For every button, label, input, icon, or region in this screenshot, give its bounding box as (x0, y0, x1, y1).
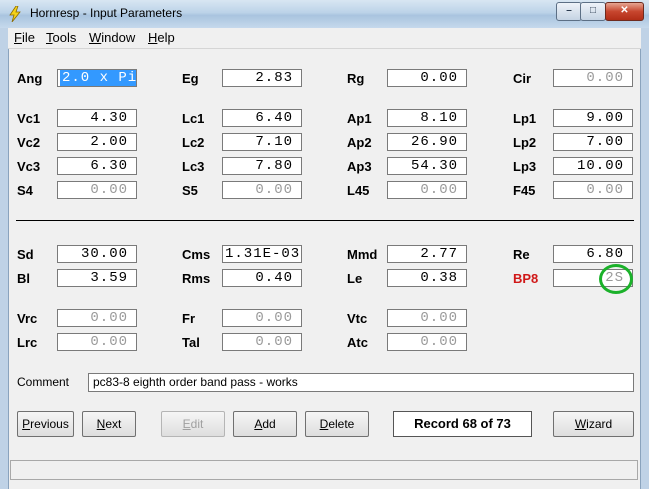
lp1-label: Lp1 (513, 111, 537, 126)
vc2-label: Vc2 (17, 135, 41, 150)
ap1-label: Ap1 (347, 111, 372, 126)
vc1-field[interactable]: 4.30 (57, 109, 137, 127)
l45-field[interactable]: 0.00 (387, 181, 467, 199)
cir-label: Cir (513, 71, 532, 86)
atc-field[interactable]: 0.00 (387, 333, 467, 351)
re-label: Re (513, 247, 530, 262)
lc2-label: Lc2 (182, 135, 205, 150)
ap2-label: Ap2 (347, 135, 372, 150)
le-field[interactable]: 0.38 (387, 269, 467, 287)
add-button[interactable]: Add (233, 411, 297, 437)
s5-label: S5 (182, 183, 198, 198)
bp8-label: BP8 (513, 271, 539, 286)
sd-field[interactable]: 30.00 (57, 245, 137, 263)
menu-tools[interactable]: Tools (46, 30, 76, 45)
cir-field[interactable]: 0.00 (553, 69, 633, 87)
lp2-field[interactable]: 7.00 (553, 133, 633, 151)
atc-label: Atc (347, 335, 368, 350)
fr-field[interactable]: 0.00 (222, 309, 302, 327)
vc1-label: Vc1 (17, 111, 41, 126)
l45-label: L45 (347, 183, 370, 198)
rms-field[interactable]: 0.40 (222, 269, 302, 287)
eg-field[interactable]: 2.83 (222, 69, 302, 87)
s4-label: S4 (17, 183, 33, 198)
cms-label: Cms (182, 247, 211, 262)
mmd-field[interactable]: 2.77 (387, 245, 467, 263)
maximize-button[interactable]: □ (580, 2, 606, 21)
fr-label: Fr (182, 311, 195, 326)
section-divider (16, 220, 634, 221)
vtc-label: Vtc (347, 311, 368, 326)
comment-label: Comment (17, 375, 70, 389)
minimize-button[interactable]: – (556, 2, 582, 21)
mmd-label: Mmd (347, 247, 378, 262)
cms-field[interactable]: 1.31E-03 (222, 245, 302, 263)
lp2-label: Lp2 (513, 135, 537, 150)
re-field[interactable]: 6.80 (553, 245, 633, 263)
bl-label: Bl (17, 271, 30, 286)
ang-label: Ang (17, 71, 43, 86)
rg-field[interactable]: 0.00 (387, 69, 467, 87)
window-frame-left (0, 28, 9, 489)
lp3-label: Lp3 (513, 159, 537, 174)
lp1-field[interactable]: 9.00 (553, 109, 633, 127)
s5-field[interactable]: 0.00 (222, 181, 302, 199)
comment-field[interactable]: pc83-8 eighth order band pass - works (88, 373, 634, 392)
bl-field[interactable]: 3.59 (57, 269, 137, 287)
lp3-field[interactable]: 10.00 (553, 157, 633, 175)
delete-button[interactable]: Delete (305, 411, 369, 437)
wizard-button[interactable]: Wizard (553, 411, 634, 437)
title-bar: Hornresp - Input Parameters – □ ✕ (0, 0, 649, 29)
f45-label: F45 (513, 183, 536, 198)
le-label: Le (347, 271, 363, 286)
ang-field[interactable]: 2.0 x Pi (57, 69, 137, 87)
previous-button[interactable]: Previous (17, 411, 74, 437)
record-indicator: Record 68 of 73 (393, 411, 532, 437)
vrc-field[interactable]: 0.00 (57, 309, 137, 327)
lc2-field[interactable]: 7.10 (222, 133, 302, 151)
status-bar (10, 460, 638, 480)
ap3-label: Ap3 (347, 159, 372, 174)
lrc-field[interactable]: 0.00 (57, 333, 137, 351)
highlight-circle (599, 264, 633, 294)
lc1-field[interactable]: 6.40 (222, 109, 302, 127)
menu-file[interactable]: File (14, 30, 35, 45)
window-title: Hornresp - Input Parameters (30, 6, 183, 20)
vc3-field[interactable]: 6.30 (57, 157, 137, 175)
lrc-label: Lrc (17, 335, 38, 350)
menu-bar: File Tools Window Help (8, 28, 641, 49)
lc1-label: Lc1 (182, 111, 205, 126)
next-button[interactable]: Next (82, 411, 136, 437)
ap2-field[interactable]: 26.90 (387, 133, 467, 151)
menu-help[interactable]: Help (148, 30, 175, 45)
window-frame-right (640, 28, 649, 489)
edit-button[interactable]: Edit (161, 411, 225, 437)
menu-window[interactable]: Window (89, 30, 135, 45)
lightning-icon (9, 6, 21, 22)
eg-label: Eg (182, 71, 199, 86)
lc3-field[interactable]: 7.80 (222, 157, 302, 175)
ap3-field[interactable]: 54.30 (387, 157, 467, 175)
vc3-label: Vc3 (17, 159, 41, 174)
s4-field[interactable]: 0.00 (57, 181, 137, 199)
tal-field[interactable]: 0.00 (222, 333, 302, 351)
rms-label: Rms (182, 271, 211, 286)
f45-field[interactable]: 0.00 (553, 181, 633, 199)
sd-label: Sd (17, 247, 34, 262)
tal-label: Tal (182, 335, 200, 350)
rg-label: Rg (347, 71, 365, 86)
vtc-field[interactable]: 0.00 (387, 309, 467, 327)
lc3-label: Lc3 (182, 159, 205, 174)
vc2-field[interactable]: 2.00 (57, 133, 137, 151)
ap1-field[interactable]: 8.10 (387, 109, 467, 127)
close-button[interactable]: ✕ (605, 2, 644, 21)
vrc-label: Vrc (17, 311, 38, 326)
